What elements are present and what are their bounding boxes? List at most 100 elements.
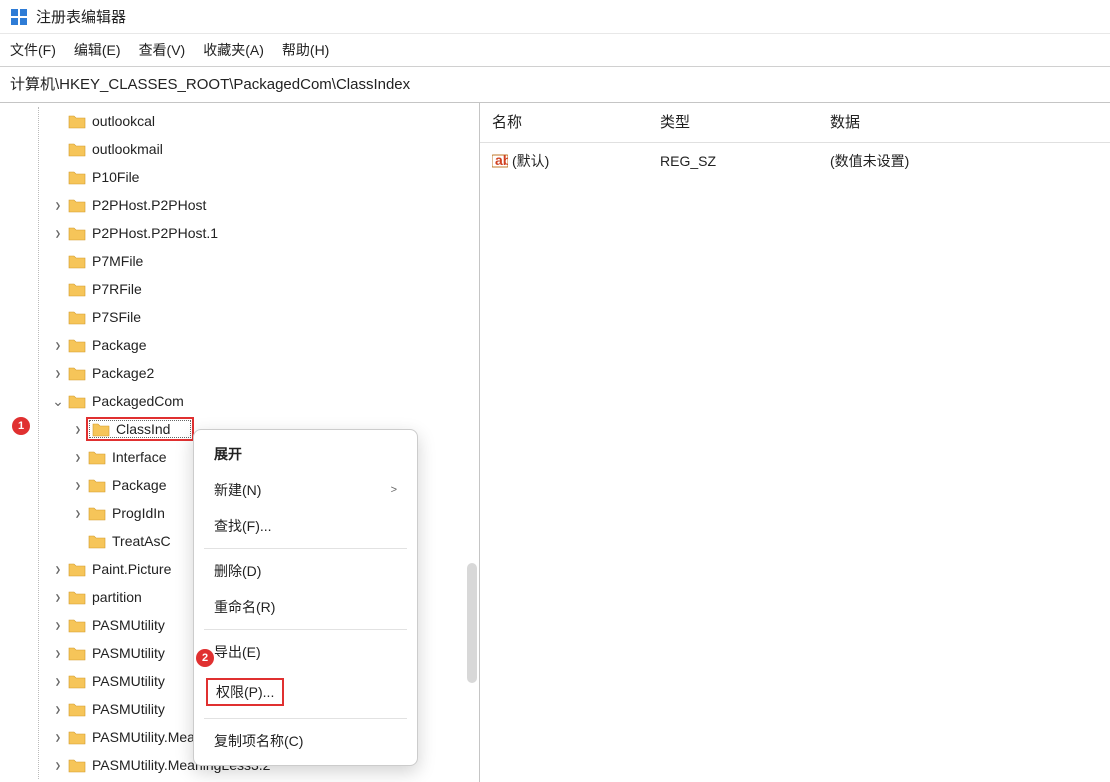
folder-icon: [68, 198, 86, 213]
titlebar: 注册表编辑器: [0, 0, 1110, 34]
tree-item-label: Interface: [112, 449, 166, 465]
folder-icon: [68, 366, 86, 381]
tree-item-label: P7RFile: [92, 281, 142, 297]
menubar: 文件(F) 编辑(E) 查看(V) 收藏夹(A) 帮助(H): [0, 34, 1110, 67]
tree-expand-toggle[interactable]: ❯: [52, 760, 63, 769]
folder-icon: [68, 674, 86, 689]
tree-item-label: ClassInd: [116, 421, 170, 437]
tree-item-label: partition: [92, 589, 142, 605]
tree-item[interactable]: outlookcal: [20, 107, 479, 135]
tree-item[interactable]: P7RFile: [20, 275, 479, 303]
tree-item-label: Package: [112, 477, 166, 493]
tree-scrollbar[interactable]: [467, 563, 477, 683]
context-permissions[interactable]: 权限(P)...: [194, 670, 417, 714]
tree-expand-toggle[interactable]: ❯: [52, 368, 63, 377]
tree-expand-toggle[interactable]: ❯: [52, 732, 63, 741]
tree-item-label: TreatAsC: [112, 533, 171, 549]
tree-expand-toggle[interactable]: ❯: [52, 648, 63, 657]
annotation-badge-1: 1: [12, 417, 30, 435]
folder-icon: [68, 590, 86, 605]
folder-icon: [88, 478, 106, 493]
tree-expand-toggle[interactable]: ❯: [52, 592, 63, 601]
folder-icon: [68, 702, 86, 717]
value-row[interactable]: ab (默认) REG_SZ (数值未设置): [480, 143, 1110, 179]
tree-expand-toggle[interactable]: ❯: [72, 480, 83, 489]
tree-item[interactable]: ⌄ PackagedCom: [20, 387, 479, 415]
context-find[interactable]: 查找(F)...: [194, 508, 417, 544]
tree-item[interactable]: ❯ Package: [20, 331, 479, 359]
tree-item-label: ProgIdIn: [112, 505, 165, 521]
tree-item[interactable]: ❯ Package2: [20, 359, 479, 387]
tree-item-label: PASMUtility: [92, 701, 165, 717]
context-rename[interactable]: 重命名(R): [194, 589, 417, 625]
folder-icon: [68, 254, 86, 269]
col-header-name[interactable]: 名称: [480, 107, 648, 136]
tree-item-label: outlookcal: [92, 113, 155, 129]
menu-help[interactable]: 帮助(H): [282, 40, 329, 60]
context-export[interactable]: 导出(E): [194, 634, 417, 670]
tree-item-label: PASMUtility: [92, 673, 165, 689]
tree-expand-toggle[interactable]: ❯: [72, 508, 83, 517]
tree-item-label: Package2: [92, 365, 154, 381]
context-expand[interactable]: 展开: [194, 436, 417, 472]
context-menu: 展开 新建(N)> 查找(F)... 删除(D) 重命名(R) 导出(E) 权限…: [193, 429, 418, 766]
tree-expand-toggle[interactable]: ❯: [52, 228, 63, 237]
tree-item-label: P7MFile: [92, 253, 143, 269]
tree-expand-toggle[interactable]: ❯: [52, 564, 63, 573]
tree-item[interactable]: ❯ P2PHost.P2PHost: [20, 191, 479, 219]
tree-item[interactable]: outlookmail: [20, 135, 479, 163]
context-new[interactable]: 新建(N)>: [194, 472, 417, 508]
tree-expand-toggle[interactable]: ❯: [72, 452, 83, 461]
tree-item-label: P10File: [92, 169, 139, 185]
folder-icon: [68, 282, 86, 297]
tree-expand-toggle[interactable]: ❯: [52, 620, 63, 629]
tree-expand-toggle[interactable]: ❯: [52, 340, 63, 349]
tree-expand-toggle[interactable]: ⌄: [50, 393, 66, 410]
folder-icon: [88, 450, 106, 465]
folder-icon: [88, 534, 106, 549]
folder-icon: [68, 338, 86, 353]
tree-expand-toggle[interactable]: ❯: [72, 424, 83, 433]
registry-editor-window: 注册表编辑器 文件(F) 编辑(E) 查看(V) 收藏夹(A) 帮助(H) 计算…: [0, 0, 1110, 782]
tree-item[interactable]: ❯ P2PHost.P2PHost.1: [20, 219, 479, 247]
tree-expand-toggle[interactable]: ❯: [52, 676, 63, 685]
tree-item-label: P7SFile: [92, 309, 141, 325]
tree-item[interactable]: P7MFile: [20, 247, 479, 275]
tree-item-selected[interactable]: ClassInd: [86, 417, 194, 441]
values-list-pane: 名称 类型 数据 ab (默认) REG_SZ (数值未设置): [480, 103, 1110, 782]
folder-icon: [68, 170, 86, 185]
col-header-type[interactable]: 类型: [648, 107, 818, 136]
menu-file[interactable]: 文件(F): [10, 40, 56, 60]
folder-icon: [68, 646, 86, 661]
tree-expand-toggle[interactable]: ❯: [52, 200, 63, 209]
chevron-right-icon: >: [391, 484, 397, 496]
folder-icon: [92, 422, 110, 437]
folder-icon: [68, 310, 86, 325]
tree-item[interactable]: P10File: [20, 163, 479, 191]
folder-icon: [68, 562, 86, 577]
registry-editor-icon: [10, 8, 28, 26]
value-type: REG_SZ: [648, 149, 818, 173]
values-list-header: 名称 类型 数据: [480, 103, 1110, 143]
tree-item-label: P2PHost.P2PHost: [92, 197, 206, 213]
tree-item[interactable]: P7SFile: [20, 303, 479, 331]
tree-expand-toggle[interactable]: ❯: [52, 704, 63, 713]
folder-icon: [68, 730, 86, 745]
menu-edit[interactable]: 编辑(E): [74, 40, 121, 60]
tree-item-label: Package: [92, 337, 146, 353]
col-header-data[interactable]: 数据: [818, 107, 1110, 136]
folder-icon: [68, 226, 86, 241]
address-bar[interactable]: 计算机\HKEY_CLASSES_ROOT\PackagedCom\ClassI…: [0, 67, 1110, 103]
menu-view[interactable]: 查看(V): [139, 40, 186, 60]
folder-icon: [88, 506, 106, 521]
context-separator: [204, 718, 407, 719]
folder-icon: [68, 758, 86, 773]
tree-item-label: P2PHost.P2PHost.1: [92, 225, 218, 241]
tree-item-label: PackagedCom: [92, 393, 184, 409]
tree-item-label: Paint.Picture: [92, 561, 171, 577]
context-delete[interactable]: 删除(D): [194, 553, 417, 589]
string-value-icon: ab: [492, 153, 508, 169]
menu-favorites[interactable]: 收藏夹(A): [203, 40, 264, 60]
tree-item-label: outlookmail: [92, 141, 163, 157]
context-copy-key-name[interactable]: 复制项名称(C): [194, 723, 417, 759]
